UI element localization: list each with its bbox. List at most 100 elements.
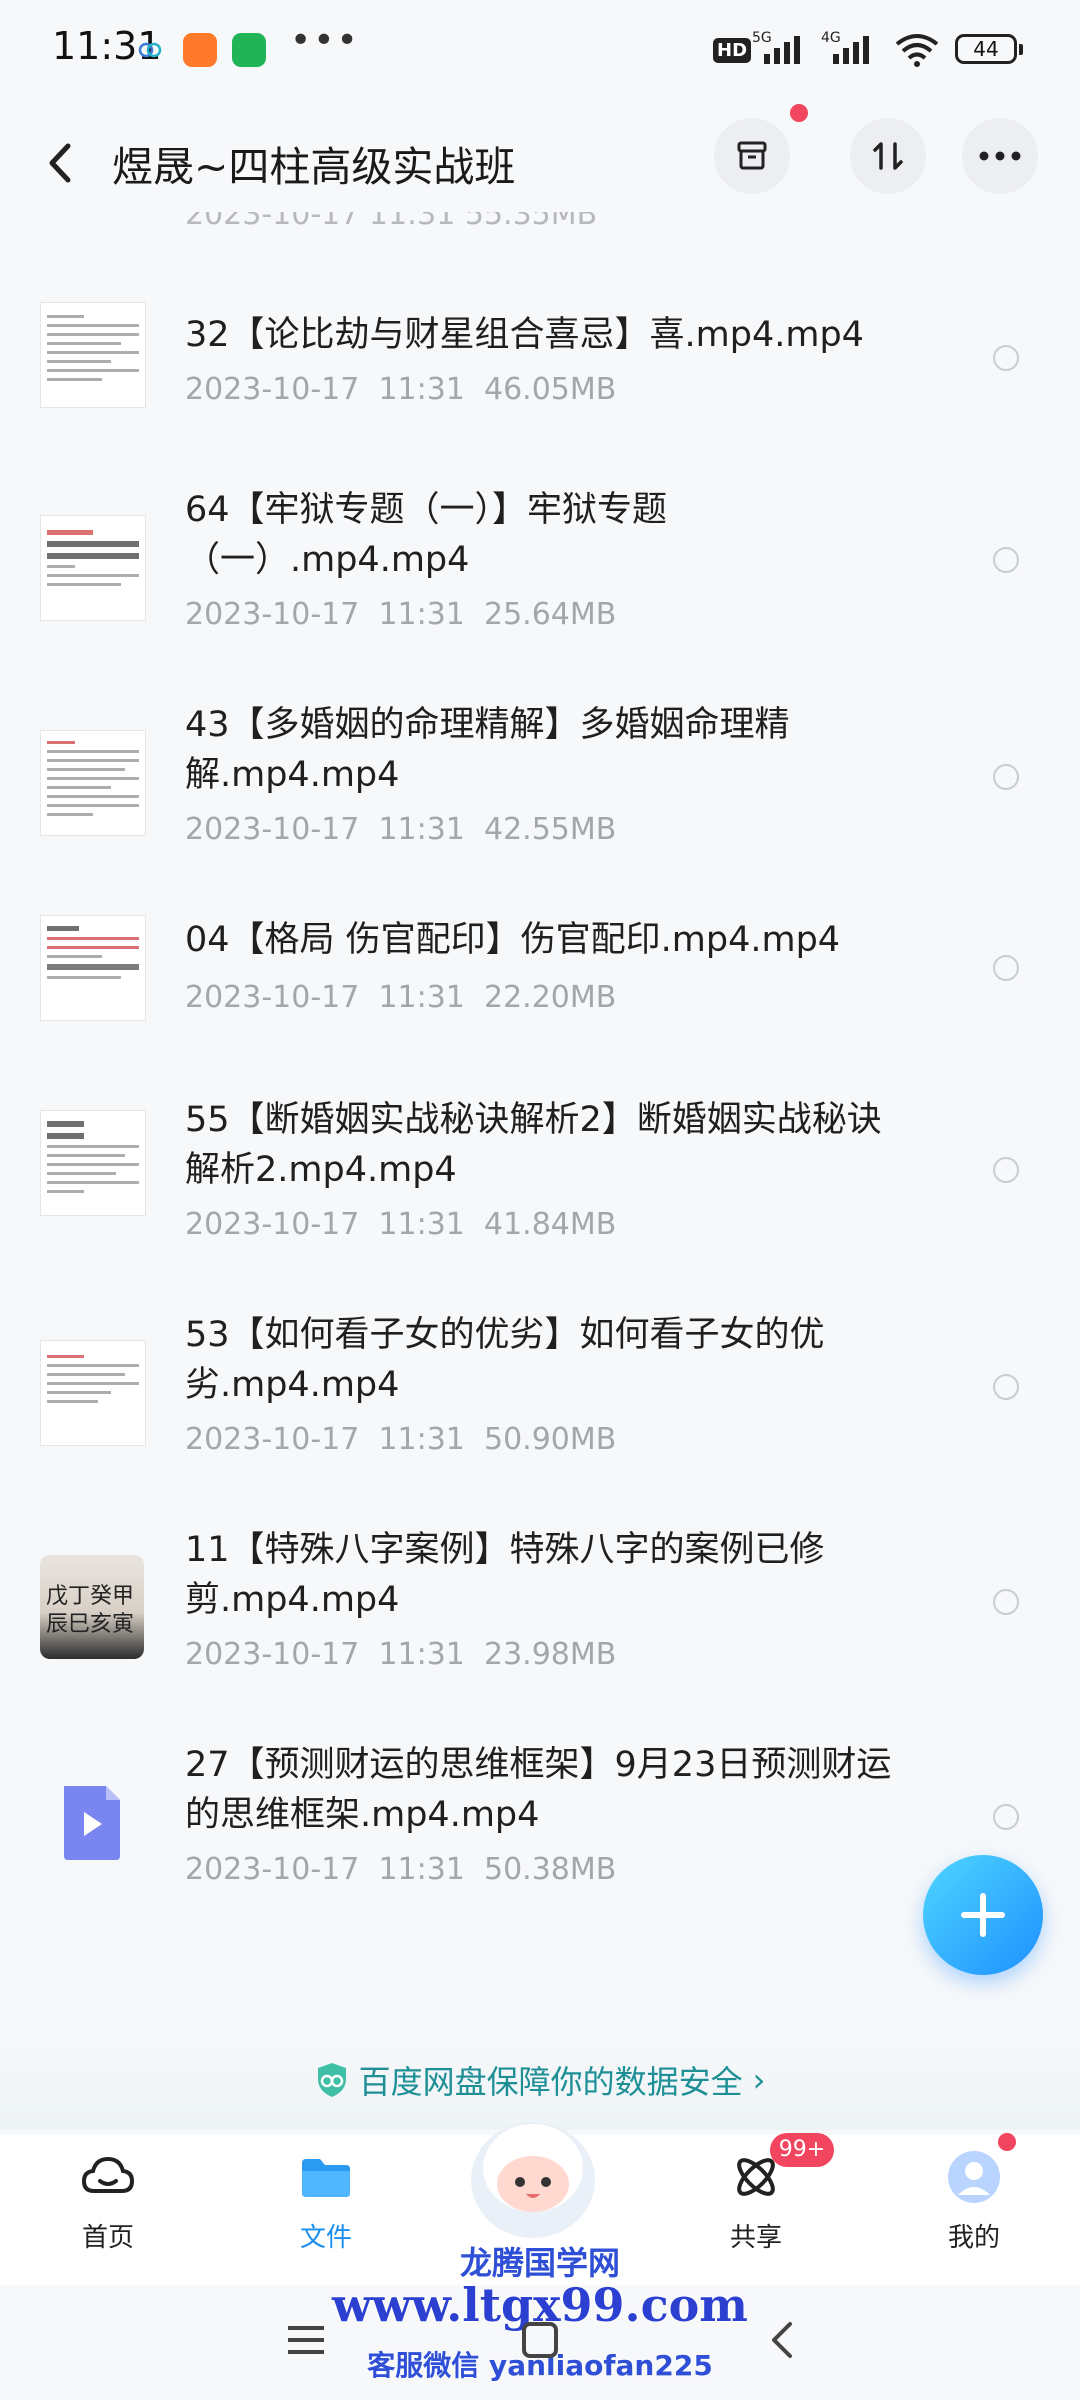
select-radio[interactable] [993, 1804, 1019, 1830]
file-name: 04【格局 伤官配印】伤官配印.mp4.mp4 [185, 920, 841, 960]
select-radio[interactable] [993, 1589, 1019, 1615]
shield-icon [317, 2063, 346, 2097]
file-date: 2023-10-17 [185, 812, 360, 847]
file-date: 2023-10-17 [185, 1422, 360, 1457]
file-row[interactable]: 32【论比劫与财星组合喜忌】喜.mp4.mp4 2023-10-17 11:31… [0, 290, 1080, 490]
security-banner-text: 百度网盘保障你的数据安全 [358, 2063, 743, 2101]
thumbnail-text: 戊丁癸甲 辰巳亥寅 [46, 1584, 135, 1637]
more-notifications-icon: ••• [290, 20, 360, 61]
notification-dot [790, 104, 808, 122]
video-file-icon [64, 1786, 120, 1860]
file-row[interactable]: 55【断婚姻实战秘诀解析2】断婚姻实战秘诀解析2.mp4.mp4 2023-10… [0, 1095, 1080, 1310]
cloud-sync-icon [138, 42, 162, 58]
more-button[interactable] [962, 118, 1038, 194]
file-size: 42.55MB [483, 812, 617, 847]
file-size: 46.05MB [483, 372, 617, 407]
battery-icon: 44 [955, 34, 1023, 64]
file-meta: 2023-10-17 11:31 50.38MB [185, 1852, 616, 1887]
signal-4g-icon: 4G [821, 30, 869, 64]
file-size: 50.38MB [483, 1852, 617, 1887]
sort-icon [873, 142, 903, 170]
file-time: 11:31 [378, 1637, 465, 1672]
file-date: 2023-10-17 [185, 980, 360, 1015]
file-size: 50.90MB [483, 1422, 617, 1457]
more-icon [979, 151, 1021, 161]
phone-app-icon [232, 33, 266, 67]
file-date: 2023-10-17 [185, 372, 360, 407]
add-button[interactable] [923, 1855, 1043, 1975]
back-icon[interactable] [42, 138, 82, 188]
system-back-icon[interactable] [760, 2318, 804, 2362]
file-name: 53【如何看子女的优劣】如何看子女的优劣.mp4.mp4 [185, 1315, 825, 1405]
file-time: 11:31 [378, 597, 465, 632]
file-thumbnail: 戊丁癸甲 辰巳亥寅 [40, 1555, 144, 1659]
file-name: 32【论比劫与财星组合喜忌】喜.mp4.mp4 [185, 315, 864, 355]
file-time: 11:31 [378, 812, 465, 847]
file-name: 55【断婚姻实战秘诀解析2】断婚姻实战秘诀解析2.mp4.mp4 [185, 1100, 882, 1190]
file-size: 41.84MB [483, 1207, 617, 1242]
file-time: 11:31 [378, 1422, 465, 1457]
file-name: 43【多婚姻的命理精解】多婚姻命理精解.mp4.mp4 [185, 705, 790, 795]
file-meta: 2023-10-17 11:31 41.84MB [185, 1207, 616, 1242]
file-time: 11:31 [378, 1852, 465, 1887]
file-thumbnail [40, 1110, 146, 1216]
file-meta: 2023-10-17 11:31 50.90MB [185, 1422, 616, 1457]
select-radio[interactable] [993, 345, 1019, 371]
system-menu-icon[interactable] [284, 2318, 328, 2362]
file-size: 23.98MB [483, 1637, 617, 1672]
file-meta: 2023-10-17 11:31 23.98MB [185, 1637, 616, 1672]
file-thumbnail [40, 1340, 146, 1446]
file-size: 22.20MB [483, 980, 617, 1015]
avatar-icon [948, 2151, 1000, 2203]
file-thumbnail [40, 730, 146, 836]
select-radio[interactable] [993, 1157, 1019, 1183]
folder-icon [302, 2159, 350, 2197]
share-badge: 99+ [770, 2133, 834, 2167]
file-time: 11:31 [378, 372, 465, 407]
file-time: 11:31 [378, 980, 465, 1015]
file-name: 27【预测财运的思维框架】9月23日预测财运的思维框架.mp4.mp4 [185, 1745, 892, 1835]
partial-row-meta: 2023-10-17 11:31 55.35MB [185, 212, 598, 232]
signal-5g-label: 5G [752, 30, 772, 46]
file-row[interactable]: 戊丁癸甲 辰巳亥寅 11【特殊八字案例】特殊八字的案例已修剪.mp4.mp4 2… [0, 1525, 1080, 1740]
sort-button[interactable] [850, 118, 926, 194]
header-bar: 煜晟~四柱高级实战班 [0, 100, 1080, 225]
file-name: 11【特殊八字案例】特殊八字的案例已修剪.mp4.mp4 [185, 1530, 825, 1620]
system-home-icon[interactable] [518, 2318, 562, 2362]
file-date: 2023-10-17 [185, 1637, 360, 1672]
file-meta: 2023-10-17 11:31 46.05MB [185, 372, 616, 407]
status-bar: 11:31 ••• HD 5G 4G 44 [0, 0, 1080, 100]
file-thumbnail [40, 515, 146, 621]
hd-icon: HD [713, 38, 752, 63]
file-date: 2023-10-17 [185, 1207, 360, 1242]
file-meta: 2023-10-17 11:31 22.20MB [185, 980, 616, 1015]
file-name: 64【牢狱专题（一）】牢狱专题（一）.mp4.mp4 [185, 490, 668, 580]
file-thumbnail [40, 1770, 144, 1874]
signal-5g-icon: 5G [752, 30, 800, 64]
file-row[interactable]: 27【预测财运的思维框架】9月23日预测财运的思维框架.mp4.mp4 2023… [0, 1740, 1080, 1955]
me-notification-dot [998, 2133, 1016, 2151]
wifi-icon [895, 34, 939, 67]
file-time: 11:31 [378, 1207, 465, 1242]
page-title: 煜晟~四柱高级实战班 [112, 143, 516, 191]
plus-icon [961, 1893, 1005, 1937]
select-radio[interactable] [993, 955, 1019, 981]
shopping-app-icon [183, 33, 217, 67]
archive-button[interactable] [714, 118, 790, 194]
file-thumbnail [40, 302, 146, 408]
file-size: 25.64MB [483, 597, 617, 632]
file-row[interactable]: 04【格局 伤官配印】伤官配印.mp4.mp4 2023-10-17 11:31… [0, 915, 1080, 1075]
file-row[interactable]: 64【牢狱专题（一）】牢狱专题（一）.mp4.mp4 2023-10-17 11… [0, 485, 1080, 700]
signal-4g-label: 4G [821, 30, 841, 46]
file-date: 2023-10-17 [185, 597, 360, 632]
file-meta: 2023-10-17 11:31 42.55MB [185, 812, 616, 847]
select-radio[interactable] [993, 1374, 1019, 1400]
file-row[interactable]: 53【如何看子女的优劣】如何看子女的优劣.mp4.mp4 2023-10-17 … [0, 1310, 1080, 1525]
file-thumbnail [40, 915, 146, 1021]
archive-icon [737, 141, 767, 170]
select-radio[interactable] [993, 547, 1019, 573]
select-radio[interactable] [993, 764, 1019, 790]
file-date: 2023-10-17 [185, 1852, 360, 1887]
file-meta: 2023-10-17 11:31 25.64MB [185, 597, 616, 632]
file-row[interactable]: 43【多婚姻的命理精解】多婚姻命理精解.mp4.mp4 2023-10-17 1… [0, 700, 1080, 915]
